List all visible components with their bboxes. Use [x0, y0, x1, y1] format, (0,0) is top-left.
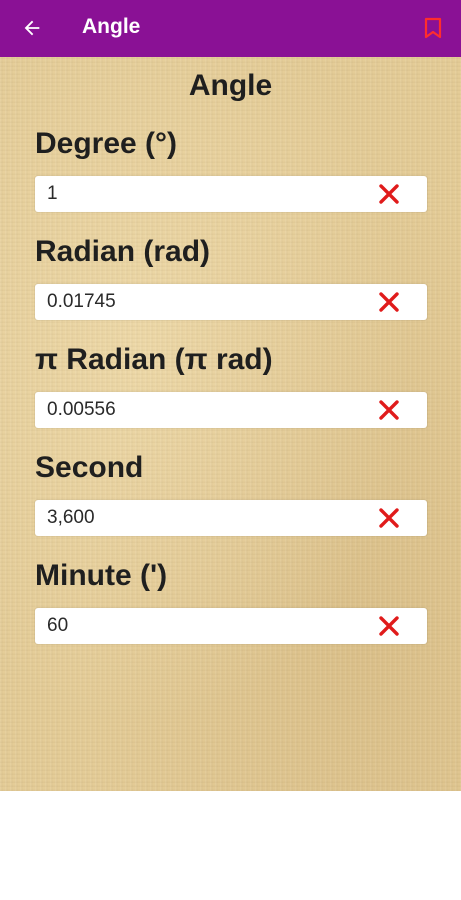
- bookmark-icon: [424, 17, 442, 39]
- back-button[interactable]: [18, 14, 46, 42]
- field-label-radian: Radian (rad): [35, 235, 211, 268]
- field-degree: [35, 176, 427, 212]
- pi-radian-input[interactable]: [47, 392, 347, 428]
- page-title: Angle: [188, 69, 273, 102]
- app-bar: Angle: [0, 0, 461, 57]
- field-minute: [35, 608, 427, 644]
- field-radian: [35, 284, 427, 320]
- bottom-blank-area: [0, 791, 461, 900]
- field-pi-radian: [35, 392, 427, 428]
- minute-input[interactable]: [47, 608, 347, 644]
- field-second: [35, 500, 427, 536]
- bookmark-button[interactable]: [421, 15, 445, 41]
- second-input[interactable]: [47, 500, 347, 536]
- field-label-degree: Degree (°): [35, 127, 178, 160]
- clear-degree-button[interactable]: [377, 182, 401, 206]
- field-label-pi-radian: π Radian (π rad): [35, 343, 273, 376]
- app-bar-title: Angle: [82, 15, 141, 38]
- clear-second-button[interactable]: [377, 506, 401, 530]
- degree-input[interactable]: [47, 176, 347, 212]
- radian-input[interactable]: [47, 284, 347, 320]
- field-label-second: Second: [35, 451, 144, 484]
- clear-pi-radian-button[interactable]: [377, 398, 401, 422]
- arrow-left-icon: [24, 20, 40, 36]
- clear-radian-button[interactable]: [377, 290, 401, 314]
- converter-panel: Angle Degree (°) Radian (rad) π Radian (…: [0, 57, 461, 791]
- clear-minute-button[interactable]: [377, 614, 401, 638]
- field-label-minute: Minute ('): [35, 559, 168, 592]
